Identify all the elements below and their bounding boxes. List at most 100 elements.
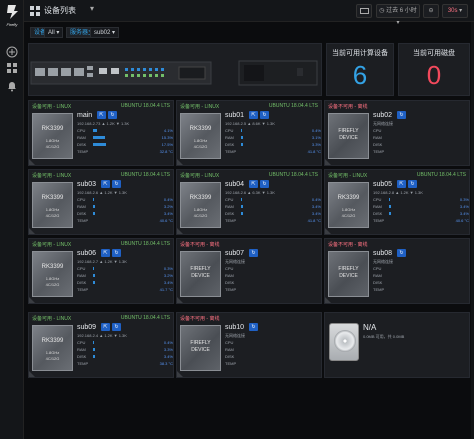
resize-corner-icon <box>29 371 35 377</box>
terminal-icon: ⇱ <box>103 181 108 187</box>
restart-button[interactable]: ↻ <box>408 180 417 188</box>
device-status: 设备不可用 - 离线 <box>328 242 368 248</box>
firefly-logo-icon[interactable]: Firefly <box>2 3 22 29</box>
available-disk-stat: 当前可用磁盘 0 <box>398 43 470 96</box>
restart-button[interactable]: ↻ <box>397 249 406 257</box>
metric-temp: TEMP <box>225 287 237 292</box>
terminal-button[interactable]: ⇱ <box>101 180 110 188</box>
metric-disk: DISK 3.4% <box>77 211 173 216</box>
terminal-button[interactable]: ⇱ <box>249 180 258 188</box>
device-card-sub07: 设备不可用 - 离线 FIREFLY DEVICE 无网络连接 CPU RAM DISK TE… <box>176 238 322 304</box>
cpu-bar <box>93 198 94 201</box>
ram-bar <box>389 205 392 208</box>
temp-value: 40.6 °C <box>159 218 173 223</box>
cpu-bar <box>241 198 242 201</box>
restart-button[interactable]: ↻ <box>112 180 121 188</box>
chip-cores: 4C/12G <box>45 144 60 149</box>
device-name[interactable]: sub09 <box>77 324 96 331</box>
restart-button[interactable]: ↻ <box>112 323 121 331</box>
chevron-down-icon[interactable]: ▾ <box>90 4 94 13</box>
restart-button[interactable]: ↻ <box>112 249 121 257</box>
device-name[interactable]: sub04 <box>225 181 244 188</box>
metric-ram: RAM 15.3% <box>77 135 173 140</box>
device-ip: 192.168.2.8 ▲ 1.2K ▼ 1.3K <box>373 190 423 195</box>
bell-icon[interactable] <box>6 80 18 92</box>
metric-disk: DISK <box>225 354 235 359</box>
cpu-value: 0.4% <box>163 340 173 345</box>
host-variable-value: sub02 <box>94 30 111 36</box>
dashboard: Firefly 设备列表 ▾ ◷ 过去 6 小时 ▾ ⊖ 30s ▾ 设备 Al… <box>0 0 474 439</box>
terminal-button[interactable]: ⇱ <box>397 180 406 188</box>
ram-bar <box>93 136 105 139</box>
device-ip: 192.168.2.7 ▲ 1.2K ▼ 1.3K <box>77 259 127 264</box>
device-name[interactable]: sub03 <box>77 181 96 188</box>
device-card-sub02: 设备不可用 - 离线 FIREFLY DEVICE 无网络连接 CPU RAM DISK TE… <box>324 100 470 166</box>
resize-corner-icon <box>325 228 331 234</box>
restart-button[interactable]: ↻ <box>260 180 269 188</box>
offline-text: 无网络连接 <box>373 121 393 126</box>
metric-cpu: CPU 0.3% <box>373 197 469 202</box>
stat-title: 当前可用磁盘 <box>413 50 455 57</box>
device-name[interactable]: sub10 <box>225 324 244 331</box>
cpu-value: 0.4% <box>163 197 173 202</box>
refresh-icon: ↻ <box>251 324 256 330</box>
time-range-picker[interactable]: ◷ 过去 6 小时 ▾ <box>376 4 420 26</box>
temp-value: 38.3 °C <box>159 361 173 366</box>
device-status: 设备可用 - LINUX <box>180 104 220 110</box>
os-version: UBUNTU 18.04.4 LTS <box>120 103 170 109</box>
page-title[interactable]: 设备列表 <box>44 5 76 16</box>
chip-icon: RK3399 1.8GHz 4C/12G <box>32 113 73 159</box>
cpu-bar <box>93 341 94 344</box>
device-name[interactable]: sub07 <box>225 250 244 257</box>
device-icon: FIREFLY DEVICE <box>180 251 221 297</box>
chip-icon: RK3399 1.8GHz 4C/12G <box>32 182 73 228</box>
metric-disk: DISK 3.4% <box>77 354 173 359</box>
metric-cpu: CPU <box>373 128 382 133</box>
terminal-icon: ⇱ <box>251 181 256 187</box>
os-version: UBUNTU 18.04.4 LTS <box>120 241 170 247</box>
metric-ram: RAM <box>373 273 382 278</box>
metric-temp: TEMP 41.8 °C <box>225 218 321 223</box>
cpu-value: 0.4% <box>311 128 321 133</box>
terminal-button[interactable]: ⇱ <box>101 249 110 257</box>
host-variable-select[interactable]: sub02 ▾ <box>90 27 120 38</box>
os-version: UBUNTU 18.04.4 LTS <box>268 103 318 109</box>
metric-disk: DISK 17.5% <box>77 142 173 147</box>
device-variable-select[interactable]: All ▾ <box>44 27 64 38</box>
metric-disk: DISK <box>225 280 235 285</box>
device-name[interactable]: sub05 <box>373 181 392 188</box>
zoom-out-button[interactable]: ⊖ <box>423 4 439 18</box>
metric-temp: TEMP <box>373 287 385 292</box>
temp-value: 41.7 °C <box>159 287 173 292</box>
device-status: 设备不可用 - 离线 <box>328 104 368 110</box>
device-name[interactable]: sub02 <box>373 112 392 119</box>
chip-cores: 4C/12G <box>193 213 208 218</box>
device-card-sub05: 设备可用 - LINUX UBUNTU 18.04.4 LTS RK3399 1.8G… <box>324 169 470 235</box>
cpu-value: 4.1% <box>163 128 173 133</box>
metric-cpu: CPU <box>225 340 234 345</box>
device-name[interactable]: main <box>77 112 92 119</box>
terminal-button[interactable]: ⇱ <box>249 111 258 119</box>
metric-disk: DISK <box>373 280 383 285</box>
device-name[interactable]: sub08 <box>373 250 392 257</box>
plus-icon[interactable] <box>6 46 18 58</box>
device-status: 设备不可用 - 离线 <box>180 316 220 322</box>
monitor-icon <box>359 8 369 14</box>
refresh-icon: ↻ <box>262 181 267 187</box>
restart-button[interactable]: ↻ <box>108 111 117 119</box>
dashboards-icon[interactable] <box>6 62 18 74</box>
refresh-button[interactable]: 30s ▾ <box>442 4 468 18</box>
terminal-button[interactable]: ⇱ <box>97 111 106 119</box>
restart-button[interactable]: ↻ <box>260 111 269 119</box>
chip-icon: RK3399 1.8GHz 4C/12G <box>32 251 73 297</box>
chip-name: RK3399 <box>41 126 64 132</box>
offline-text: 无网络连接 <box>225 259 245 264</box>
restart-button[interactable]: ↻ <box>249 323 258 331</box>
device-name[interactable]: sub06 <box>77 250 96 257</box>
restart-button[interactable]: ↻ <box>397 111 406 119</box>
device-name[interactable]: sub01 <box>225 112 244 119</box>
restart-button[interactable]: ↻ <box>249 249 258 257</box>
tv-mode-button[interactable] <box>356 4 372 18</box>
terminal-button[interactable]: ⇱ <box>101 323 110 331</box>
variables-bar: 设备 All ▾ 服务器主机 sub02 ▾ <box>24 25 474 39</box>
